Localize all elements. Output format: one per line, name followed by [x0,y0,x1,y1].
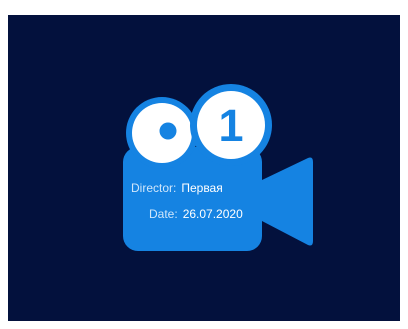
director-label: Director: [131,181,177,195]
reel-left-icon [126,97,198,169]
slate-number: 1 [218,100,243,151]
date-value: 26.07.2020 [182,207,243,221]
date-label: Date: [149,207,178,221]
date-row: Date: 26.07.2020 [149,207,243,221]
director-value: Первая [181,181,223,195]
camera-lens [262,157,313,246]
reel-right-icon: 1 [190,84,272,166]
title-card-screen: 1 Director: Первая Date: 26.07.2020 [8,15,400,321]
director-row: Director: Первая [131,181,223,195]
video-camera-icon: 1 [123,84,313,251]
